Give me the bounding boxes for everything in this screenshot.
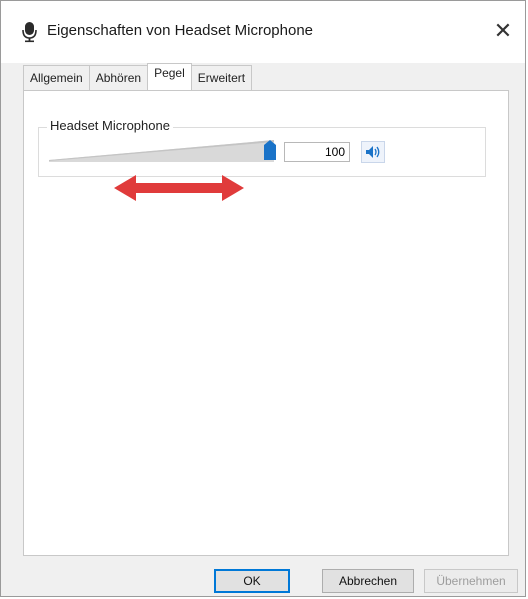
double-arrow-icon — [114, 175, 244, 201]
tab-erweitert[interactable]: Erweitert — [190, 65, 253, 90]
mute-toggle-button[interactable] — [361, 141, 385, 163]
properties-dialog: Eigenschaften von Headset Microphone ✕ A… — [0, 0, 526, 597]
tab-panel-pegel: Headset Microphone 100 — [23, 90, 509, 556]
level-slider-track[interactable] — [49, 140, 274, 162]
tab-strip: Allgemein Abhören Pegel Erweitert — [23, 63, 253, 90]
window-title: Eigenschaften von Headset Microphone — [47, 22, 314, 39]
apply-button[interactable]: Übernehmen — [424, 569, 518, 593]
microphone-icon — [22, 22, 37, 43]
tab-pegel[interactable]: Pegel — [147, 63, 192, 90]
dialog-buttons: OK Abbrechen Übernehmen — [1, 569, 525, 595]
speaker-icon — [366, 146, 380, 158]
cancel-button[interactable]: Abbrechen — [322, 569, 414, 593]
level-groupbox: Headset Microphone 100 — [38, 118, 486, 177]
device-group-label: Headset Microphone — [47, 118, 173, 133]
tab-allgemein[interactable]: Allgemein — [23, 65, 90, 90]
level-value-field[interactable]: 100 — [284, 142, 350, 162]
level-slider-thumb[interactable] — [264, 140, 276, 160]
ok-button[interactable]: OK — [214, 569, 290, 593]
tab-abhoeren[interactable]: Abhören — [88, 65, 149, 90]
title-bar: Eigenschaften von Headset Microphone ✕ — [1, 1, 525, 63]
close-button[interactable]: ✕ — [487, 15, 519, 47]
